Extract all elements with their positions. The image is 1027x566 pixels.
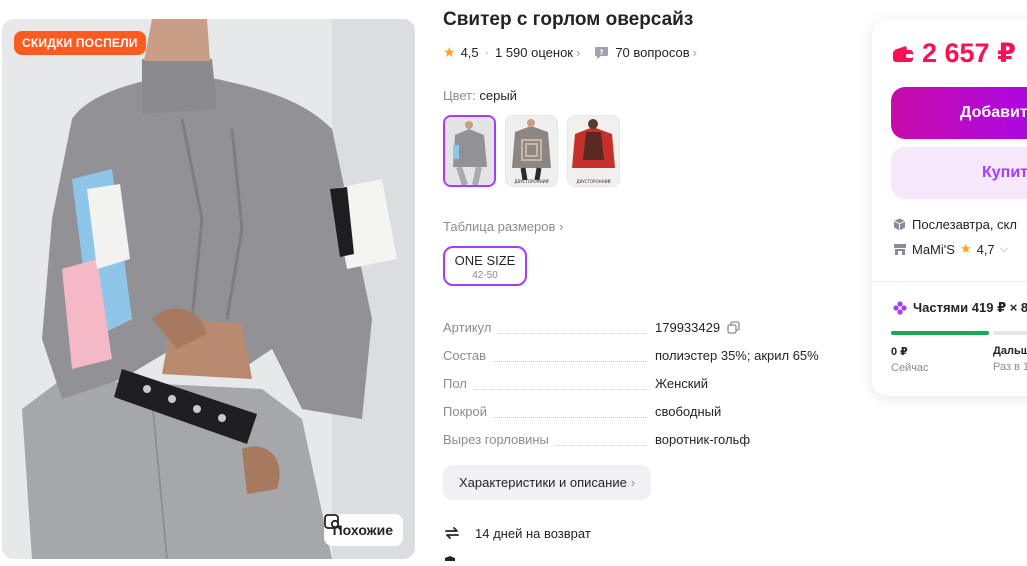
step-amount: Дальш [993, 345, 1027, 357]
spec-key: Состав [443, 348, 493, 363]
product-title: Свитер с горлом оверсайз [443, 9, 694, 30]
size-label: ONE SIZE [454, 253, 516, 268]
article-number: 179933429 [655, 320, 721, 335]
installment-step: Дальш Раз в 1 [993, 345, 1027, 373]
swatch-beige-grey[interactable]: ДВУСТОРОННИЙ [505, 115, 558, 187]
spec-value: полиэстер 35%; акрил 65% [655, 348, 819, 363]
star-icon: ★ [443, 44, 456, 60]
color-row: Цвет: серый [443, 88, 517, 103]
shop-icon [894, 243, 906, 255]
spec-value: 179933429 [655, 320, 740, 335]
spec-value: Женский [655, 376, 708, 391]
spec-row: Вырез горловины воротник-гольф [443, 430, 848, 458]
delivery-info: Послезавтра, скл [893, 217, 1017, 232]
rating-row: ★ 4,5 · 1 590 оценок › ? 70 вопросов › [443, 44, 697, 61]
color-value: серый [479, 88, 517, 103]
description-button-label: Характеристики и описание [459, 475, 627, 490]
color-label: Цвет: [443, 88, 476, 103]
wallet-icon [893, 45, 913, 62]
installment-progress-remaining [993, 331, 1027, 335]
installments-text: Частями 419 ₽ × 8 [913, 300, 1027, 315]
rating-value: 4,5 [460, 45, 479, 60]
swatch-caption: ДВУСТОРОННИЙ [576, 179, 610, 184]
specs-list: Артикул 179933429 Состав полиэстер 35%; … [443, 318, 848, 458]
spec-row: Пол Женский [443, 374, 848, 402]
chevron-right-icon: › [575, 45, 581, 60]
installment-progress-paid [891, 331, 989, 335]
size-option[interactable]: ONE SIZE 42-50 [443, 246, 527, 286]
size-sub: 42-50 [472, 270, 498, 281]
chevron-down-icon: ⌵ [999, 242, 1009, 255]
similar-button[interactable]: Похожие [323, 514, 403, 546]
buy-card: 2 657 ₽ Добавит Купит Послезавтра, скл M… [872, 19, 1027, 396]
spec-value: свободный [655, 404, 722, 419]
chevron-right-icon: › [630, 475, 636, 490]
description-button[interactable]: Характеристики и описание › [443, 465, 652, 500]
seller-rating: 4,7 [976, 241, 995, 257]
box-icon [893, 218, 906, 231]
return-arrows-icon [445, 527, 459, 539]
return-text: 14 дней на возврат [475, 525, 591, 541]
buy-now-button[interactable]: Купит [891, 147, 1027, 199]
product-photo[interactable]: СКИДКИ ПОСПЕЛИ Похожие [2, 19, 415, 559]
similar-search-icon [323, 514, 342, 531]
add-to-cart-button[interactable]: Добавит [891, 87, 1027, 139]
installment-step: 0 ₽ Сейчас [891, 345, 929, 374]
question-bubble-icon: ? [594, 46, 609, 60]
sale-badge: СКИДКИ ПОСПЕЛИ [14, 31, 146, 55]
step-label: Раз в 1 [993, 361, 1027, 373]
spec-row: Покрой свободный [443, 402, 848, 430]
price: 2 657 ₽ [892, 38, 1016, 69]
shield-icon [445, 556, 455, 561]
spec-key: Пол [443, 376, 473, 391]
spec-row: Состав полиэстер 35%; акрил 65% [443, 346, 848, 374]
svg-text:?: ? [600, 48, 604, 56]
color-swatches: ДВУСТОРОННИЙ ДВУСТОРОННИЙ [443, 115, 620, 187]
swatch-caption: ДВУСТОРОННИЙ [514, 179, 548, 184]
spec-row: Артикул 179933429 [443, 318, 848, 346]
copy-icon[interactable] [727, 321, 740, 334]
separator-dot: · [484, 45, 489, 60]
spec-key: Вырез горловины [443, 432, 555, 447]
size-table-link[interactable]: Таблица размеров › [443, 219, 563, 234]
return-info: 14 дней на возврат [443, 524, 591, 542]
chevron-right-icon: › [692, 45, 698, 60]
product-illustration [2, 19, 415, 559]
swatch-grey[interactable] [443, 115, 496, 187]
reviews-link[interactable]: 1 590 оценок [495, 45, 573, 60]
seller-info[interactable]: MaMi'S ★ 4,7 ⌵ [893, 241, 1008, 257]
price-value: 2 657 ₽ [922, 38, 1016, 68]
star-icon: ★ [959, 241, 972, 256]
installment-icon [893, 301, 907, 315]
chevron-right-icon: › [559, 219, 564, 234]
swatch-red-brown[interactable]: ДВУСТОРОННИЙ [567, 115, 620, 187]
delivery-text: Послезавтра, скл [912, 217, 1017, 232]
installments-info[interactable]: Частями 419 ₽ × 8 [893, 300, 1027, 316]
seller-name: MaMi'S [912, 241, 955, 257]
spec-key: Артикул [443, 320, 498, 335]
step-label: Сейчас [891, 362, 929, 374]
step-amount: 0 ₽ [891, 346, 908, 358]
divider [872, 281, 1027, 282]
spec-value: воротник-гольф [655, 432, 751, 447]
spec-key: Покрой [443, 404, 493, 419]
questions-link[interactable]: 70 вопросов [615, 45, 689, 60]
size-table-label: Таблица размеров [443, 219, 556, 234]
